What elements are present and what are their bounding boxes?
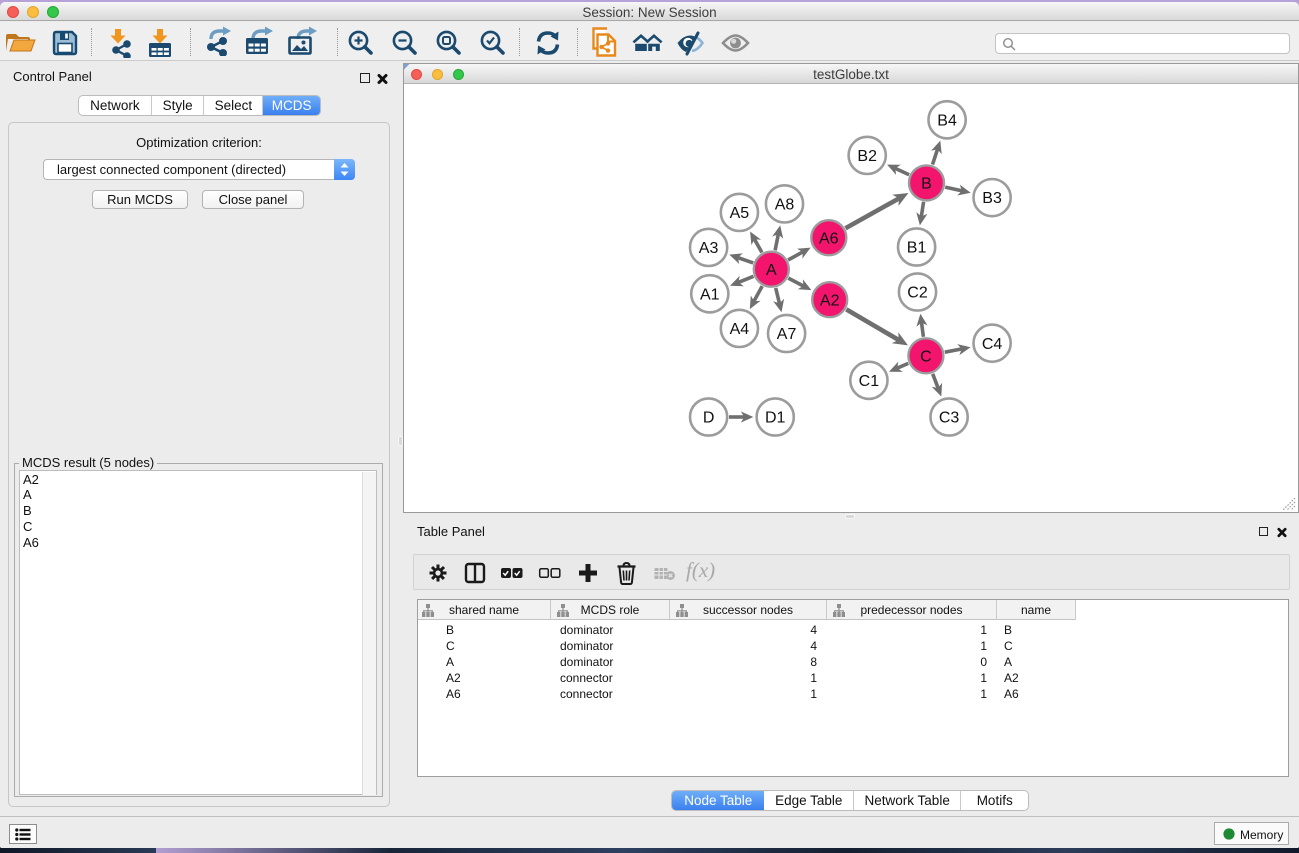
svg-text:B2: B2 bbox=[857, 148, 877, 165]
svg-text:A8: A8 bbox=[775, 196, 795, 213]
svg-text:A3: A3 bbox=[699, 240, 719, 257]
svg-text:B1: B1 bbox=[907, 239, 927, 256]
svg-text:C: C bbox=[920, 348, 932, 365]
svg-text:A: A bbox=[766, 261, 777, 278]
svg-text:C2: C2 bbox=[907, 284, 928, 301]
svg-text:C4: C4 bbox=[982, 335, 1003, 352]
svg-text:B: B bbox=[921, 175, 932, 192]
svg-text:A7: A7 bbox=[777, 326, 797, 343]
svg-text:D1: D1 bbox=[765, 409, 786, 426]
svg-text:C1: C1 bbox=[859, 372, 880, 389]
svg-text:C3: C3 bbox=[939, 409, 960, 426]
svg-text:A5: A5 bbox=[730, 205, 750, 222]
svg-text:B3: B3 bbox=[982, 190, 1002, 207]
svg-text:D: D bbox=[703, 409, 715, 426]
svg-text:B4: B4 bbox=[937, 112, 957, 129]
svg-text:A2: A2 bbox=[820, 292, 840, 309]
svg-text:A6: A6 bbox=[819, 230, 839, 247]
svg-text:A4: A4 bbox=[730, 321, 750, 338]
svg-text:A1: A1 bbox=[700, 286, 720, 303]
